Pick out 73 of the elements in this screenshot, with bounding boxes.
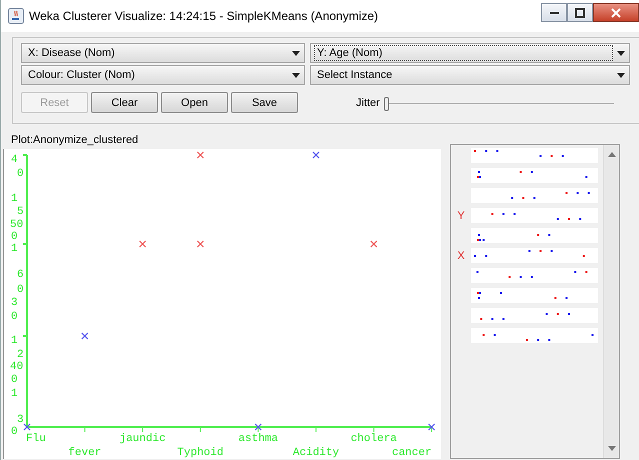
data-point [312, 151, 320, 159]
toolbar-button[interactable]: Save [231, 92, 298, 113]
axis-label: 4 [11, 154, 18, 166]
axis-label: 50 [10, 219, 24, 231]
axis-label: jaundic [120, 433, 166, 445]
attribute-strip[interactable] [471, 188, 598, 203]
data-point [81, 332, 88, 340]
slider-thumb[interactable] [384, 96, 389, 110]
axis-label: 0 [17, 284, 24, 296]
axis-label: asthma [238, 433, 278, 445]
axis-label: 5 [17, 206, 24, 218]
axis-label: 1 [11, 335, 18, 347]
axis-label: 3 [11, 297, 18, 309]
axis-label: cancer [392, 447, 432, 459]
jitter-label: Jitter [356, 96, 380, 108]
data-point [370, 240, 378, 248]
axis-label: 0 [11, 374, 18, 386]
axis-label: 0 [17, 168, 24, 180]
dropdown[interactable]: Select Instance [310, 65, 630, 85]
caret-icon [292, 50, 300, 56]
axis-label: 0 [11, 231, 18, 243]
axis-marker: X [456, 250, 466, 262]
data-point [196, 151, 204, 159]
scrollbar[interactable] [603, 145, 619, 458]
caret-icon [617, 50, 625, 56]
minimize-button[interactable] [541, 3, 567, 22]
axis-label: cholera [350, 433, 397, 445]
plot-title: Plot:Anonymize_clustered [10, 134, 140, 147]
close-icon [611, 8, 621, 18]
axis-marker: Y [456, 210, 466, 222]
axis-label: 0 [11, 311, 18, 323]
axis-label: 1 [11, 193, 18, 205]
attribute-strip[interactable] [471, 288, 598, 303]
caret-icon [292, 72, 300, 78]
toolbar-button[interactable]: Clear [91, 92, 158, 113]
window-title: Weka Clusterer Visualize: 14:24:15 - SimpleKMeans (Anonymize) [29, 9, 378, 23]
close-button[interactable] [593, 3, 639, 22]
axis-label: 40 [10, 361, 24, 373]
axis-label: fever [68, 447, 102, 459]
coffee-cup-icon [8, 8, 24, 24]
dropdown[interactable]: X: Disease (Nom) [21, 43, 305, 63]
scroll-down-icon [608, 446, 616, 451]
axis-label: 1 [11, 388, 18, 400]
data-point [23, 423, 31, 431]
jitter-slider[interactable] [384, 96, 614, 108]
attribute-strip[interactable] [471, 308, 598, 323]
maximize-icon [575, 8, 585, 18]
maximize-button[interactable] [567, 3, 593, 22]
attribute-strip[interactable] [471, 248, 598, 263]
axis-label: 2 [17, 349, 24, 361]
scroll-up-icon [608, 152, 616, 157]
axis-label: 6 [17, 269, 24, 281]
axis-label: 1 [11, 243, 18, 255]
axis-label: Acidity [292, 447, 340, 459]
data-point [139, 240, 146, 248]
minimize-icon [550, 12, 558, 14]
data-point [254, 423, 262, 431]
axis-label: Typhoid [177, 447, 224, 459]
attribute-strip[interactable] [471, 268, 598, 283]
caret-icon [617, 72, 625, 78]
dropdown[interactable]: Colour: Cluster (Nom) [21, 65, 305, 85]
data-point [428, 423, 436, 431]
attribute-strip[interactable] [471, 328, 598, 343]
data-point [196, 240, 204, 248]
attribute-strip[interactable] [471, 148, 598, 163]
axis-label: 0 [11, 426, 18, 438]
attribute-strip[interactable] [471, 208, 598, 223]
dropdown[interactable]: Y: Age (Nom) [310, 43, 630, 63]
toolbar-button[interactable]: Open [161, 92, 228, 113]
attribute-strip[interactable] [471, 168, 598, 183]
axis-label: Flu [26, 433, 46, 445]
axis-label: 3 [17, 414, 24, 426]
attribute-strip[interactable] [471, 228, 598, 243]
